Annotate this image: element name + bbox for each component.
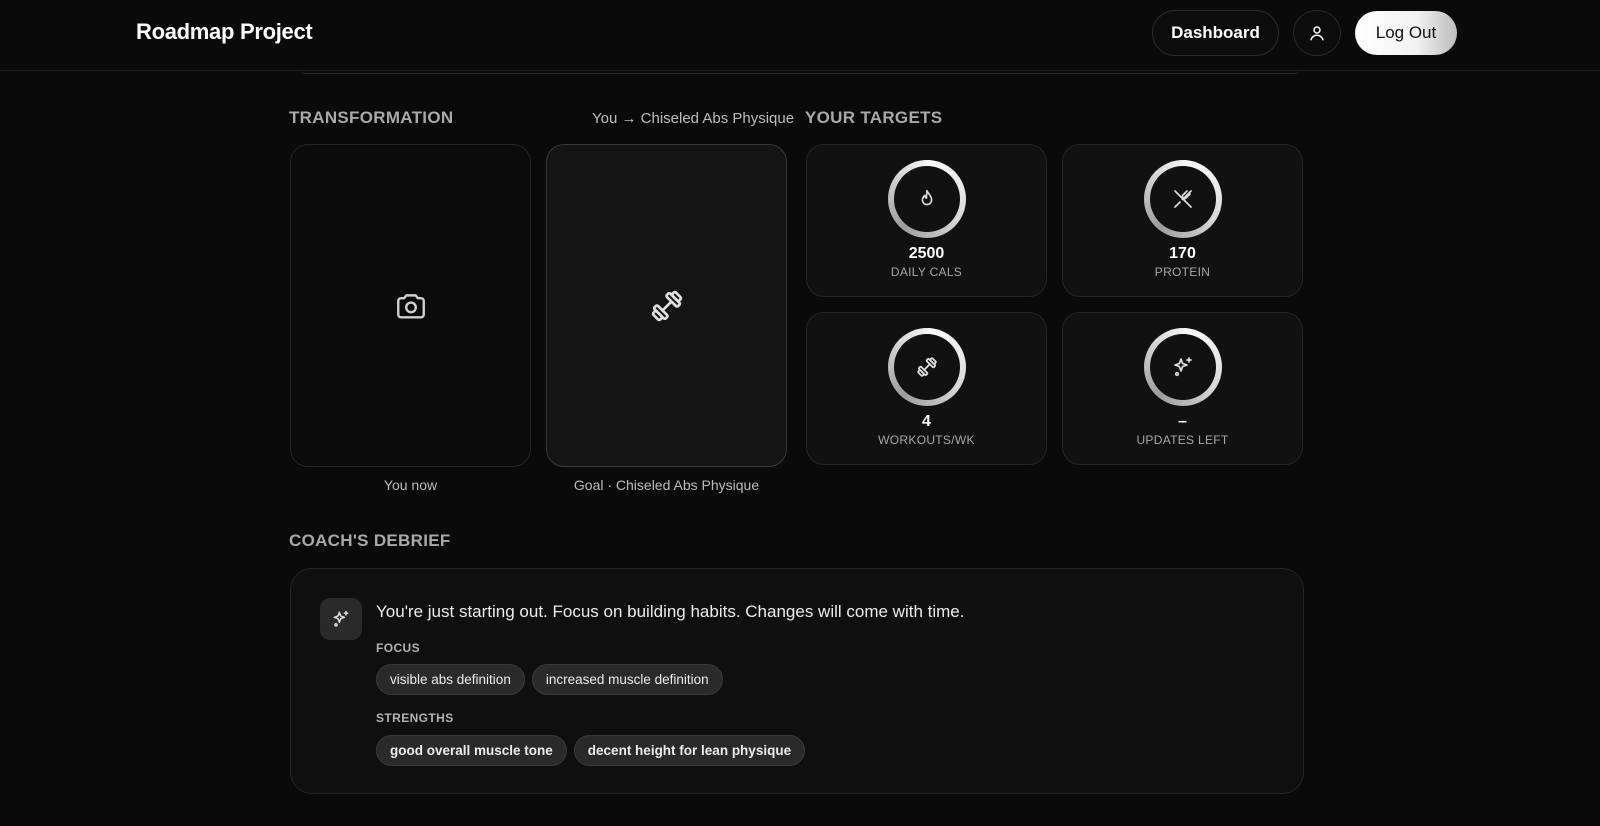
focus-chip: increased muscle definition: [531, 664, 723, 695]
sparkles-icon: [333, 610, 349, 627]
target-ring: [1144, 160, 1222, 238]
target-label: DAILY CALS: [890, 265, 963, 279]
strength-chip: decent height for lean physique: [573, 735, 806, 766]
debrief-heading: COACH'S DEBRIEF: [289, 531, 451, 550]
targets-heading: YOUR TARGETS: [805, 108, 943, 127]
transformation-heading: TRANSFORMATION: [289, 108, 454, 127]
camera-icon: [396, 293, 425, 319]
strengths-heading: STRENGTHS: [376, 711, 454, 725]
logout-button[interactable]: Log Out: [1355, 11, 1457, 55]
target-ring: [1144, 328, 1222, 406]
dumbbell-icon: [651, 290, 682, 321]
brand-title[interactable]: Roadmap Project: [136, 19, 313, 45]
target-card-daily-cals: 2500 DAILY CALS: [806, 144, 1047, 297]
transformation-subtitle: You → Chiseled Abs Physique: [592, 110, 795, 127]
focus-chip: visible abs definition: [376, 664, 525, 695]
goal-photo-label: Goal · Chiseled Abs Physique: [573, 477, 760, 493]
debrief-icon-box: [320, 598, 362, 640]
strength-chip: good overall muscle tone: [376, 735, 567, 766]
sparkles-icon: [1174, 357, 1192, 377]
debrief-message: You're just starting out. Focus on build…: [376, 602, 965, 621]
target-label: UPDATES LEFT: [1136, 433, 1229, 447]
utensils-icon: [1174, 190, 1192, 208]
current-photo-label: You now: [383, 477, 438, 493]
goal-physique-card[interactable]: [546, 144, 787, 467]
target-ring: [888, 160, 966, 238]
dashboard-button[interactable]: Dashboard: [1152, 10, 1279, 56]
top-nav: Roadmap Project Dashboard Log Out: [0, 0, 1600, 71]
target-value: 2500: [908, 245, 945, 262]
target-card-workouts: 4 WORKOUTS/WK: [806, 312, 1047, 465]
debrief-card: You're just starting out. Focus on build…: [290, 568, 1304, 794]
strengths-chips: good overall muscle tone decent height f…: [376, 735, 806, 766]
focus-heading: FOCUS: [376, 641, 420, 655]
target-label: WORKOUTS/WK: [878, 433, 975, 447]
target-value: 4: [922, 413, 931, 430]
profile-button[interactable]: [1293, 10, 1341, 56]
dumbbell-icon: [917, 357, 937, 377]
focus-chips: visible abs definition increased muscle …: [376, 664, 723, 695]
target-ring: [888, 328, 966, 406]
flame-icon: [921, 189, 933, 206]
target-card-protein: 170 PROTEIN: [1062, 144, 1303, 297]
target-card-updates-left: – UPDATES LEFT: [1062, 312, 1303, 465]
user-icon: [1310, 26, 1324, 41]
target-value: 170: [1169, 245, 1196, 262]
current-photo-upload[interactable]: [290, 144, 531, 467]
target-value: –: [1178, 413, 1187, 430]
target-label: PROTEIN: [1154, 265, 1211, 279]
